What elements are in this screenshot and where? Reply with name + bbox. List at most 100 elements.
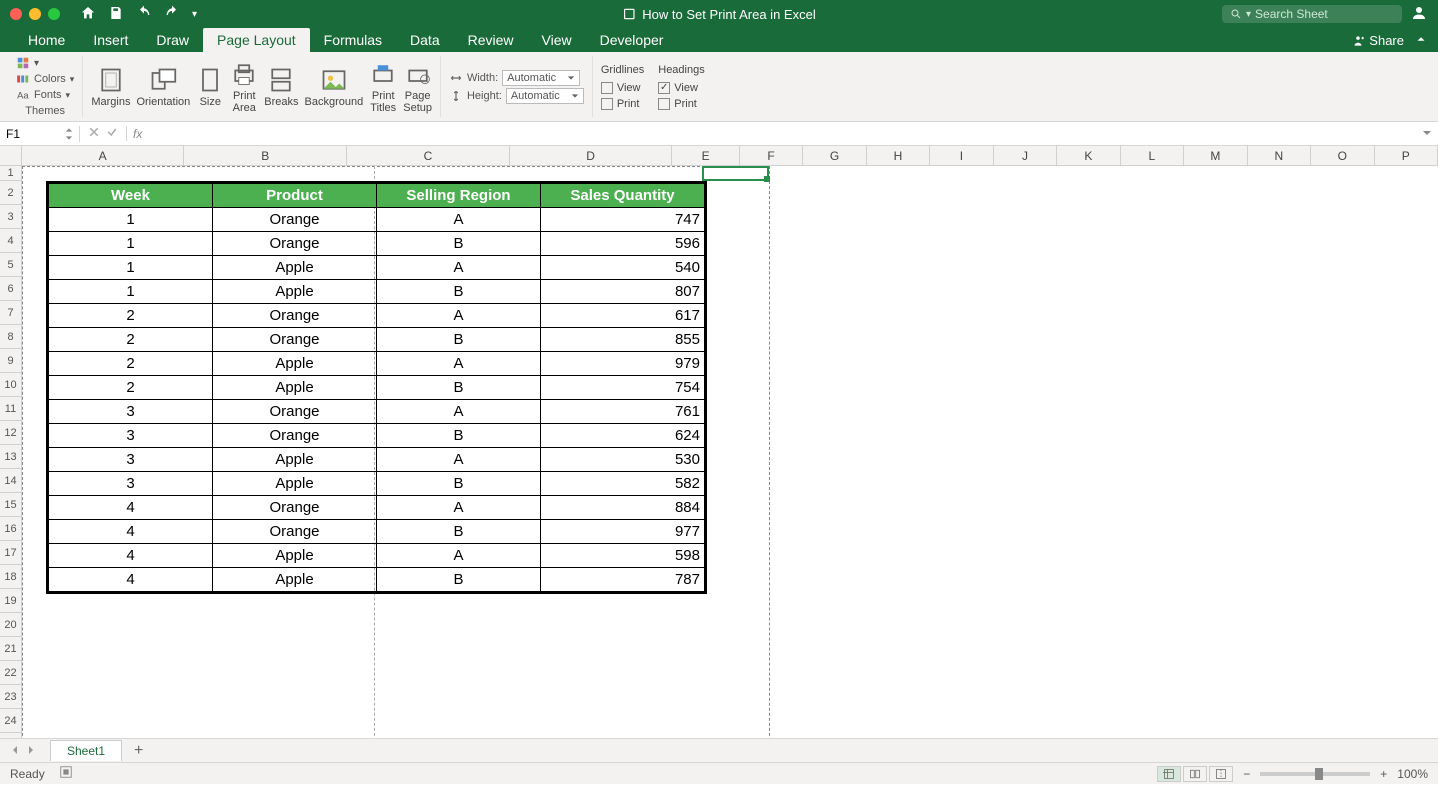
table-cell[interactable]: 3: [49, 424, 213, 448]
accept-formula-icon[interactable]: [106, 126, 118, 141]
row-header-15[interactable]: 15: [0, 493, 22, 517]
macro-record-icon[interactable]: [59, 765, 73, 782]
add-sheet-button[interactable]: +: [122, 742, 155, 760]
table-cell[interactable]: 624: [541, 424, 705, 448]
minimize-window-icon[interactable]: [29, 8, 41, 20]
page-setup-button[interactable]: Page Setup: [403, 60, 432, 114]
table-row[interactable]: 3OrangeB624: [49, 424, 705, 448]
table-cell[interactable]: 596: [541, 232, 705, 256]
table-header[interactable]: Week: [49, 184, 213, 208]
height-combo[interactable]: Automatic: [506, 88, 584, 104]
table-cell[interactable]: B: [377, 280, 541, 304]
active-cell[interactable]: [702, 166, 769, 181]
table-row[interactable]: 2AppleA979: [49, 352, 705, 376]
customize-qat-icon[interactable]: ▾: [192, 9, 197, 20]
row-header-17[interactable]: 17: [0, 541, 22, 565]
collapse-ribbon-icon[interactable]: [1414, 32, 1428, 49]
table-cell[interactable]: 4: [49, 568, 213, 592]
table-cell[interactable]: 1: [49, 232, 213, 256]
col-header-D[interactable]: D: [510, 146, 673, 165]
tab-insert[interactable]: Insert: [79, 28, 142, 52]
table-cell[interactable]: Apple: [213, 256, 377, 280]
breaks-button[interactable]: Breaks: [264, 66, 298, 108]
print-area-button[interactable]: Print Area: [230, 60, 258, 114]
col-header-G[interactable]: G: [803, 146, 866, 165]
table-cell[interactable]: Orange: [213, 232, 377, 256]
table-cell[interactable]: A: [377, 448, 541, 472]
table-cell[interactable]: 979: [541, 352, 705, 376]
table-cell[interactable]: B: [377, 520, 541, 544]
headings-view-checkbox[interactable]: ✓View: [658, 82, 704, 94]
headings-print-checkbox[interactable]: Print: [658, 98, 704, 110]
table-row[interactable]: 1AppleB807: [49, 280, 705, 304]
fx-icon[interactable]: fx: [127, 127, 148, 141]
table-cell[interactable]: Apple: [213, 472, 377, 496]
colors-button[interactable]: Colors▾: [16, 72, 74, 86]
gridlines-print-checkbox[interactable]: Print: [601, 98, 644, 110]
size-button[interactable]: Size: [196, 66, 224, 108]
col-header-B[interactable]: B: [184, 146, 347, 165]
table-cell[interactable]: 884: [541, 496, 705, 520]
table-cell[interactable]: Orange: [213, 304, 377, 328]
table-cell[interactable]: Apple: [213, 280, 377, 304]
row-header-7[interactable]: 7: [0, 301, 22, 325]
width-combo[interactable]: Automatic: [502, 70, 580, 86]
row-header-13[interactable]: 13: [0, 445, 22, 469]
row-header-16[interactable]: 16: [0, 517, 22, 541]
col-header-A[interactable]: A: [22, 146, 185, 165]
table-cell[interactable]: 582: [541, 472, 705, 496]
table-row[interactable]: 1AppleA540: [49, 256, 705, 280]
home-icon[interactable]: [80, 5, 96, 24]
row-header-12[interactable]: 12: [0, 421, 22, 445]
zoom-level[interactable]: 100%: [1397, 767, 1428, 781]
undo-icon[interactable]: [136, 5, 152, 24]
col-header-N[interactable]: N: [1248, 146, 1311, 165]
select-all-corner[interactable]: [0, 146, 22, 165]
table-cell[interactable]: 977: [541, 520, 705, 544]
spreadsheet-grid[interactable]: ABCDEFGHIJKLMNOP 12345678910111213141516…: [0, 146, 1438, 738]
col-header-M[interactable]: M: [1184, 146, 1247, 165]
cancel-formula-icon[interactable]: [88, 126, 100, 141]
tab-view[interactable]: View: [528, 28, 586, 52]
table-cell[interactable]: 540: [541, 256, 705, 280]
table-cell[interactable]: 2: [49, 352, 213, 376]
table-cell[interactable]: A: [377, 400, 541, 424]
col-header-C[interactable]: C: [347, 146, 510, 165]
table-cell[interactable]: 598: [541, 544, 705, 568]
tab-developer[interactable]: Developer: [586, 28, 678, 52]
table-cell[interactable]: 2: [49, 376, 213, 400]
page-layout-view-button[interactable]: [1183, 766, 1207, 782]
row-header-20[interactable]: 20: [0, 613, 22, 637]
table-cell[interactable]: 3: [49, 448, 213, 472]
table-cell[interactable]: 754: [541, 376, 705, 400]
name-box[interactable]: F1: [0, 126, 80, 142]
table-row[interactable]: 4AppleA598: [49, 544, 705, 568]
table-row[interactable]: 3AppleB582: [49, 472, 705, 496]
table-row[interactable]: 4AppleB787: [49, 568, 705, 592]
maximize-window-icon[interactable]: [48, 8, 60, 20]
col-header-E[interactable]: E: [672, 146, 739, 165]
table-cell[interactable]: A: [377, 256, 541, 280]
table-cell[interactable]: 807: [541, 280, 705, 304]
row-header-1[interactable]: 1: [0, 166, 22, 181]
table-cell[interactable]: 530: [541, 448, 705, 472]
row-header-10[interactable]: 10: [0, 373, 22, 397]
table-header[interactable]: Selling Region: [377, 184, 541, 208]
sheet-nav-next-icon[interactable]: [26, 744, 36, 758]
print-titles-button[interactable]: Print Titles: [369, 60, 397, 114]
table-cell[interactable]: A: [377, 208, 541, 232]
table-cell[interactable]: 855: [541, 328, 705, 352]
col-header-P[interactable]: P: [1375, 146, 1438, 165]
table-cell[interactable]: A: [377, 544, 541, 568]
table-cell[interactable]: A: [377, 352, 541, 376]
table-cell[interactable]: 4: [49, 520, 213, 544]
table-cell[interactable]: Apple: [213, 544, 377, 568]
table-cell[interactable]: B: [377, 376, 541, 400]
table-cell[interactable]: B: [377, 568, 541, 592]
table-cell[interactable]: 2: [49, 304, 213, 328]
table-cell[interactable]: 1: [49, 256, 213, 280]
table-row[interactable]: 1OrangeA747: [49, 208, 705, 232]
table-cell[interactable]: Orange: [213, 424, 377, 448]
table-cell[interactable]: 3: [49, 400, 213, 424]
orientation-button[interactable]: Orientation: [136, 66, 190, 108]
